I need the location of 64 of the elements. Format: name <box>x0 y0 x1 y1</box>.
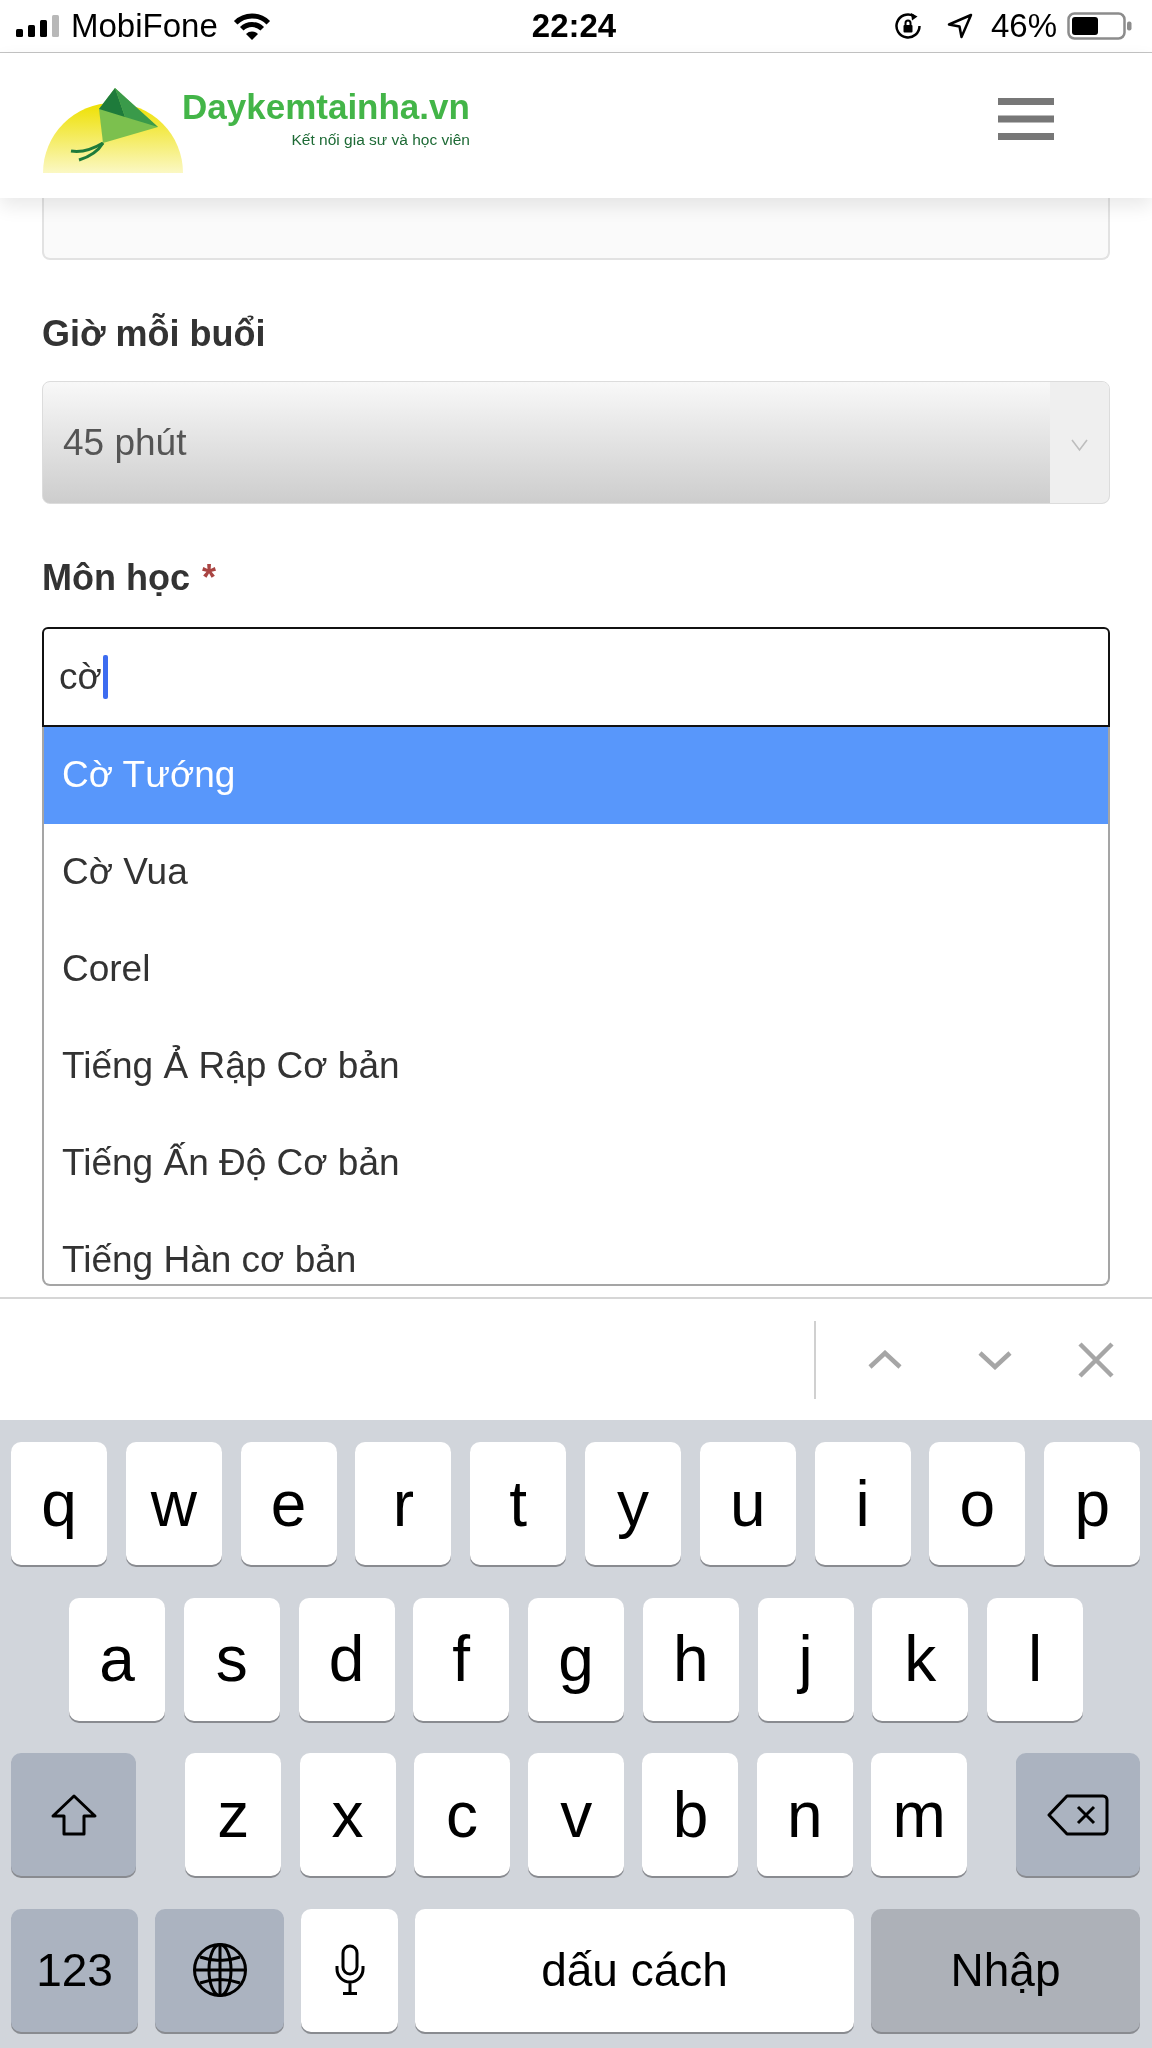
location-arrow-icon <box>946 13 973 39</box>
letter-key[interactable]: i <box>814 1442 911 1565</box>
site-title: Daykemtainha.vn <box>182 87 470 127</box>
letter-key[interactable]: g <box>528 1597 624 1721</box>
delete-key[interactable] <box>1016 1753 1141 1876</box>
return-key[interactable]: Nhập <box>871 1908 1140 2032</box>
letter-key[interactable]: l <box>987 1597 1083 1721</box>
shift-arrow-icon <box>49 1792 98 1837</box>
carrier-name: MobiFone <box>71 6 218 46</box>
letter-key[interactable]: y <box>585 1442 681 1565</box>
battery-icon <box>1067 12 1132 40</box>
letter-key[interactable]: z <box>185 1753 282 1876</box>
field-label: Môn học <box>42 558 190 598</box>
suggestion-option[interactable]: Tiếng Ấn Độ Cơ bản <box>44 1115 1108 1212</box>
required-asterisk: * <box>202 558 216 598</box>
autocomplete-input[interactable]: cờ <box>42 627 1110 727</box>
chevron-down-icon[interactable] <box>977 1349 1013 1370</box>
backspace-icon <box>1047 1792 1110 1837</box>
menu-icon[interactable] <box>998 98 1054 140</box>
letter-key[interactable]: v <box>528 1753 625 1876</box>
letter-key[interactable]: a <box>69 1597 165 1721</box>
suggestion-option[interactable]: Tiếng Hàn cơ bản <box>44 1212 1108 1284</box>
wifi-icon <box>231 11 272 41</box>
signal-strength-icon <box>16 15 60 37</box>
letter-key[interactable]: k <box>872 1597 969 1721</box>
letter-key[interactable]: s <box>183 1597 280 1721</box>
letter-key[interactable]: t <box>470 1442 567 1565</box>
field-label: Giờ mỗi buổi <box>42 314 266 354</box>
letter-key[interactable]: h <box>642 1597 739 1721</box>
letter-key[interactable]: u <box>699 1442 796 1565</box>
kite-logo-icon <box>43 87 183 173</box>
letter-key[interactable]: f <box>413 1597 510 1721</box>
letter-key[interactable]: d <box>298 1597 395 1721</box>
letter-key[interactable]: n <box>756 1753 853 1876</box>
globe-icon <box>191 1942 248 1998</box>
shift-key[interactable] <box>11 1753 136 1876</box>
text-cursor-icon <box>102 655 108 699</box>
letter-key[interactable]: b <box>642 1753 739 1876</box>
letter-key[interactable]: p <box>1044 1442 1141 1565</box>
letter-key[interactable]: m <box>871 1753 968 1876</box>
text-input-field[interactable] <box>42 198 1110 260</box>
site-tagline: Kết nối gia sư và học viên <box>291 130 470 150</box>
letter-key[interactable]: w <box>125 1442 222 1565</box>
suggestion-option[interactable]: Cờ Vua <box>44 824 1108 921</box>
letter-key[interactable]: q <box>11 1442 107 1565</box>
select-field[interactable]: 45 phút <box>42 381 1110 504</box>
letter-key[interactable]: x <box>299 1753 396 1876</box>
clock-time: 22:24 <box>531 6 617 46</box>
microphone-key[interactable] <box>301 1908 398 2032</box>
letter-key[interactable]: e <box>240 1442 337 1565</box>
chevron-up-icon[interactable] <box>867 1349 903 1370</box>
suggestion-option[interactable]: Corel <box>44 921 1108 1018</box>
numbers-key[interactable]: 123 <box>11 1908 138 2032</box>
microphone-icon <box>333 1944 366 1996</box>
battery-percentage: 46% <box>990 6 1057 46</box>
letter-key[interactable]: r <box>355 1442 452 1565</box>
rotation-lock-icon <box>893 12 922 40</box>
close-icon[interactable] <box>1077 1340 1115 1379</box>
letter-key[interactable]: c <box>413 1753 510 1876</box>
letter-key[interactable]: o <box>929 1442 1026 1565</box>
letter-key[interactable]: j <box>757 1597 854 1721</box>
space-key[interactable]: dấu cách <box>415 1908 854 2032</box>
suggestion-option[interactable]: Tiếng Ả Rập Cơ bản <box>44 1018 1108 1115</box>
globe-key[interactable] <box>155 1908 284 2032</box>
